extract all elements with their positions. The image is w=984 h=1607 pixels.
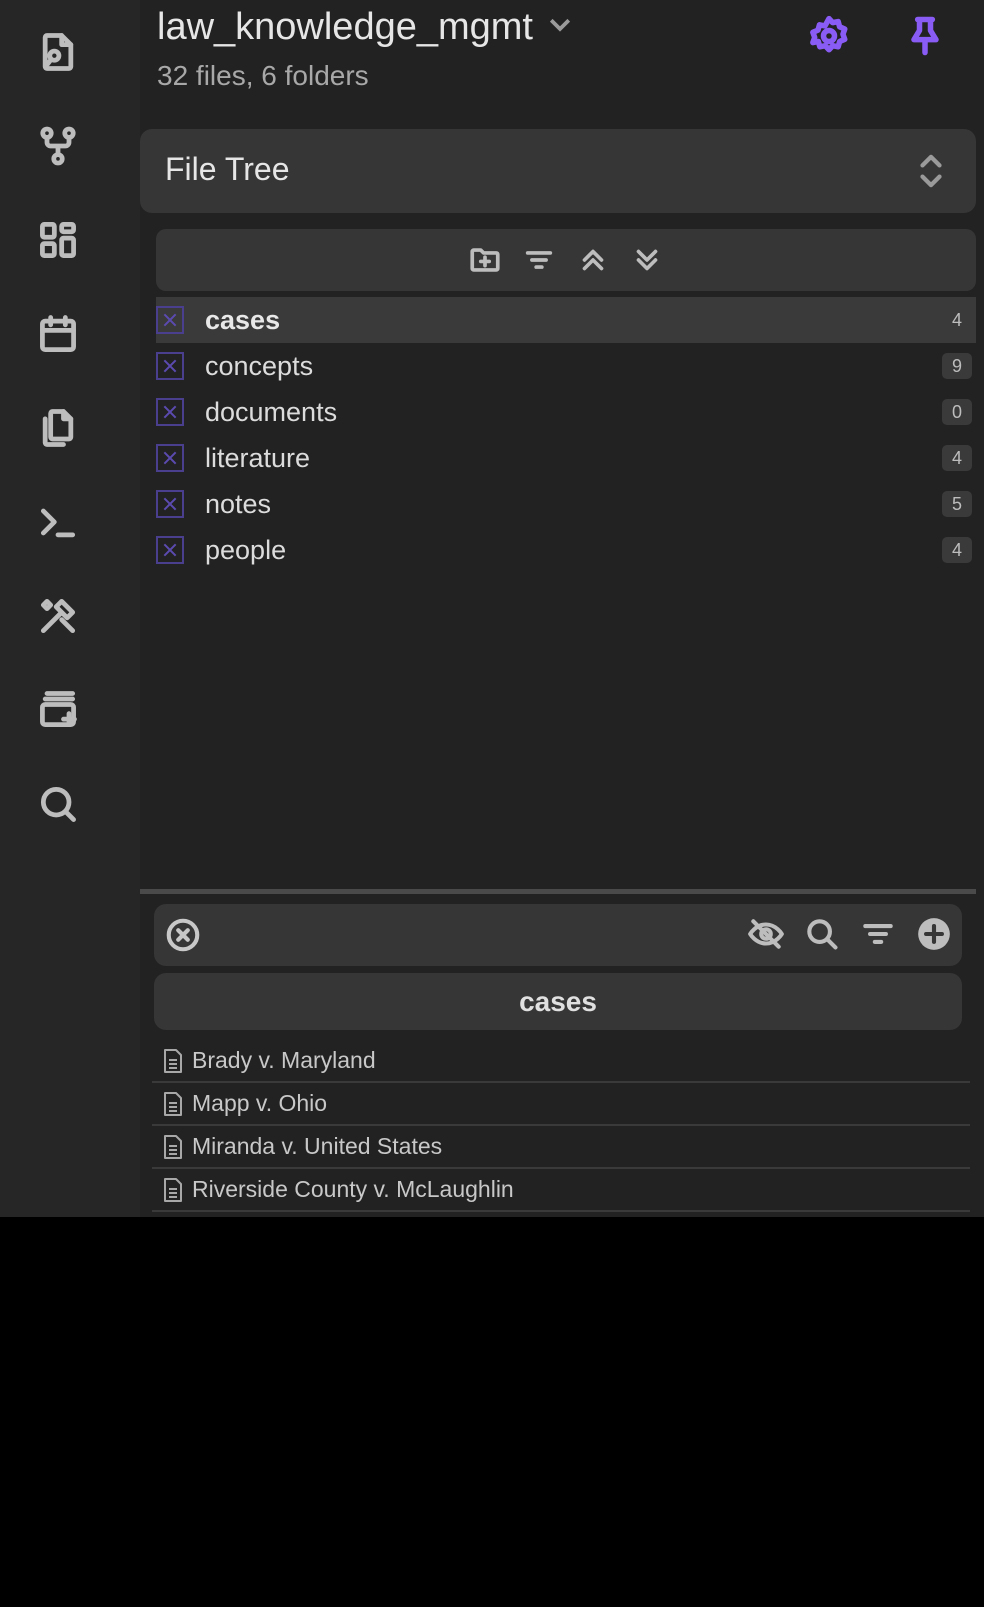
vault-name: law_knowledge_mgmt <box>157 6 533 48</box>
folder-checkbox[interactable] <box>156 536 184 564</box>
file-name: Mapp v. Ohio <box>192 1090 328 1116</box>
clear-icon[interactable] <box>164 916 202 954</box>
folder-name: documents <box>205 396 338 427</box>
pin-icon <box>911 16 939 56</box>
search-icon[interactable] <box>802 914 842 954</box>
sort-icon[interactable] <box>521 242 557 278</box>
expand-all-icon[interactable] <box>629 242 665 278</box>
terminal-icon[interactable] <box>34 498 82 546</box>
file-item[interactable]: Miranda v. United States <box>152 1126 970 1169</box>
folder-item-cases[interactable]: cases 4 <box>156 297 976 343</box>
folder-checkbox[interactable] <box>156 490 184 518</box>
tools-icon[interactable] <box>34 592 82 640</box>
folder-count: 4 <box>942 445 972 471</box>
file-search-input[interactable] <box>214 914 718 956</box>
new-card-icon[interactable] <box>34 686 82 734</box>
search-icon[interactable] <box>34 780 82 828</box>
calendar-icon[interactable] <box>34 310 82 358</box>
folder-name: cases <box>205 304 281 335</box>
eye-off-icon[interactable] <box>746 914 786 954</box>
folder-count: 4 <box>951 310 962 330</box>
file-item[interactable]: Mapp v. Ohio <box>152 1083 970 1126</box>
current-folder-title: cases <box>154 973 962 1030</box>
folder-name: literature <box>205 442 311 473</box>
folder-name: concepts <box>205 350 314 381</box>
file-icon <box>162 1048 184 1074</box>
left-ribbon <box>0 0 140 1217</box>
folder-count: 4 <box>942 537 972 563</box>
file-search-bar <box>154 904 962 966</box>
open-file-icon[interactable] <box>34 28 82 76</box>
file-item[interactable]: Riverside County v. McLaughlin <box>152 1169 970 1212</box>
folder-checkbox[interactable] <box>156 306 184 334</box>
folder-checkbox[interactable] <box>156 352 184 380</box>
tree-toolbar <box>156 229 976 291</box>
copy-icon[interactable] <box>34 404 82 452</box>
graph-icon[interactable] <box>34 122 82 170</box>
new-folder-icon[interactable] <box>467 242 503 278</box>
folder-checkbox[interactable] <box>156 398 184 426</box>
app-window: law_knowledge_mgmt 32 files, 6 folders F… <box>0 0 984 1217</box>
folder-name: people <box>205 534 287 565</box>
folder-list: cases 4 concepts 9 documents 0 literatur… <box>156 297 976 573</box>
vault-stats: 32 files, 6 folders <box>157 60 369 91</box>
gear-icon <box>810 15 848 53</box>
filter-icon[interactable] <box>858 914 898 954</box>
folder-item-notes[interactable]: notes 5 <box>156 481 976 527</box>
file-name: Riverside County v. McLaughlin <box>192 1176 514 1202</box>
file-item[interactable]: Brady v. Maryland <box>152 1040 970 1083</box>
collapse-all-icon[interactable] <box>575 242 611 278</box>
view-selector-label: File Tree <box>165 151 290 187</box>
vault-switcher[interactable]: law_knowledge_mgmt <box>157 6 575 49</box>
file-icon <box>162 1134 184 1160</box>
file-tree-pane: law_knowledge_mgmt 32 files, 6 folders F… <box>140 0 984 1217</box>
folder-item-concepts[interactable]: concepts 9 <box>156 343 976 389</box>
folder-item-documents[interactable]: documents 0 <box>156 389 976 435</box>
add-icon[interactable] <box>914 914 954 954</box>
file-name: Brady v. Maryland <box>192 1047 376 1073</box>
folder-name: notes <box>205 488 272 519</box>
file-icon <box>162 1177 184 1203</box>
folder-item-people[interactable]: people 4 <box>156 527 976 573</box>
pane-resize-handle[interactable] <box>140 889 976 894</box>
folder-count: 5 <box>942 491 972 517</box>
folder-item-literature[interactable]: literature 4 <box>156 435 976 481</box>
file-icon <box>162 1091 184 1117</box>
folder-checkbox[interactable] <box>156 444 184 472</box>
view-selector[interactable]: File Tree <box>140 129 976 213</box>
chevron-updown-icon <box>914 151 948 191</box>
settings-button[interactable] <box>805 12 853 60</box>
chevron-down-icon <box>545 6 575 49</box>
folder-count: 9 <box>942 353 972 379</box>
pin-button[interactable] <box>901 12 949 60</box>
file-list: Brady v. Maryland Mapp v. Ohio Miranda v… <box>152 1040 970 1212</box>
file-name: Miranda v. United States <box>192 1133 443 1159</box>
dashboard-icon[interactable] <box>34 216 82 264</box>
folder-count: 0 <box>942 399 972 425</box>
